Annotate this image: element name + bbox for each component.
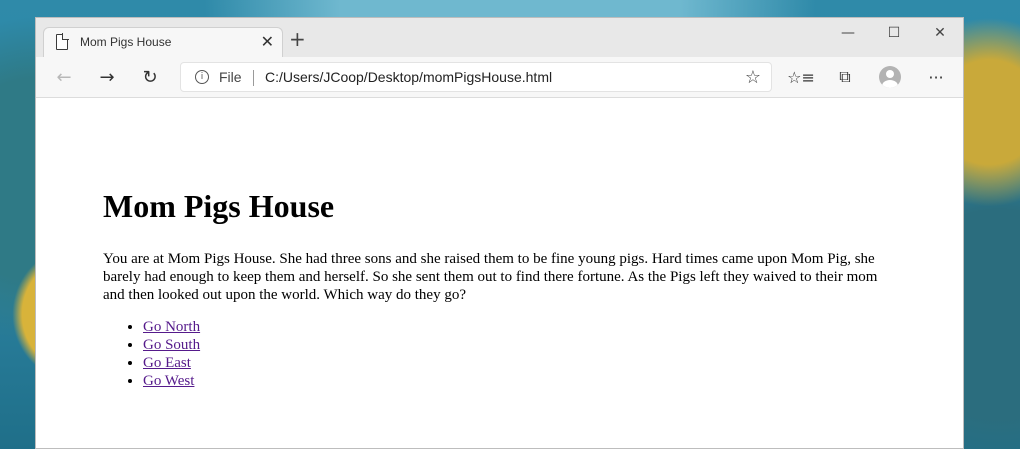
info-icon[interactable]: i: [195, 70, 209, 84]
collections-icon[interactable]: ⧉: [834, 66, 856, 88]
minimize-icon[interactable]: —: [825, 18, 871, 48]
go-north-link[interactable]: Go North: [143, 319, 200, 335]
go-west-link[interactable]: Go West: [143, 373, 194, 389]
page-body: Mom Pigs House You are at Mom Pigs House…: [103, 188, 893, 390]
list-item: Go North: [143, 318, 893, 336]
list-item: Go South: [143, 336, 893, 354]
tab-title: Mom Pigs House: [80, 35, 172, 49]
favorites-list-icon[interactable]: ☆≡: [787, 66, 815, 88]
forward-icon[interactable]: →: [96, 66, 118, 88]
title-bar: Mom Pigs House ✕ + — ☐ ✕: [36, 18, 963, 58]
page-content: Mom Pigs House You are at Mom Pigs House…: [36, 98, 963, 448]
list-item: Go West: [143, 372, 893, 390]
profile-avatar[interactable]: [879, 66, 901, 88]
maximize-icon[interactable]: ☐: [871, 18, 917, 48]
back-icon[interactable]: ←: [53, 66, 75, 88]
go-east-link[interactable]: Go East: [143, 355, 191, 371]
list-item: Go East: [143, 354, 893, 372]
page-icon: [56, 33, 69, 50]
browser-toolbar: ← → ↻ i File C:/Users/JCoop/Desktop/momP…: [36, 57, 963, 98]
close-window-icon[interactable]: ✕: [917, 18, 963, 48]
address-bar[interactable]: i File C:/Users/JCoop/Desktop/momPigsHou…: [180, 62, 772, 92]
story-paragraph: You are at Mom Pigs House. She had three…: [103, 251, 878, 303]
window-controls: — ☐ ✕: [825, 18, 963, 48]
file-label: File: [219, 69, 242, 85]
refresh-icon[interactable]: ↻: [139, 66, 161, 88]
url-text[interactable]: C:/Users/JCoop/Desktop/momPigsHouse.html: [265, 69, 552, 85]
go-south-link[interactable]: Go South: [143, 337, 200, 353]
close-tab-icon[interactable]: ✕: [261, 34, 274, 50]
new-tab-icon[interactable]: +: [289, 29, 306, 49]
address-separator: [253, 70, 254, 86]
direction-list: Go North Go South Go East Go West: [103, 318, 893, 390]
browser-tab[interactable]: Mom Pigs House ✕: [43, 27, 283, 58]
more-options-icon[interactable]: ···: [925, 66, 947, 88]
page-heading: Mom Pigs House: [103, 188, 335, 224]
browser-window: Mom Pigs House ✕ + — ☐ ✕ ← → ↻ i File C:…: [35, 17, 964, 449]
favorite-star-icon[interactable]: ☆: [745, 67, 761, 88]
